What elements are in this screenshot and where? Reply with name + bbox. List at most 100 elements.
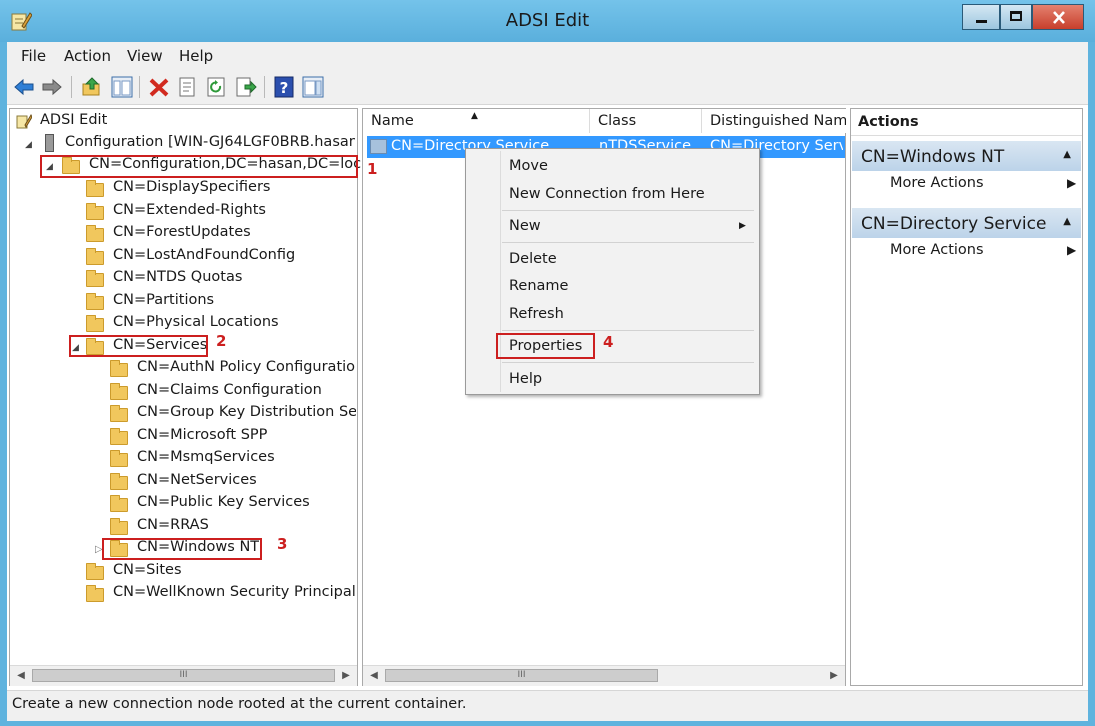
menu-view[interactable]: View (127, 47, 163, 65)
tree-item[interactable]: CN=NTDS Quotas (113, 269, 242, 285)
folder-icon (110, 428, 128, 445)
close-icon (1053, 11, 1065, 24)
scroll-right-icon[interactable]: ▶ (825, 666, 843, 685)
tree-item[interactable]: CN=Extended-Rights (113, 202, 266, 218)
close-button[interactable] (1032, 4, 1084, 30)
scroll-right-icon[interactable]: ▶ (337, 666, 355, 685)
folder-icon (110, 473, 128, 490)
column-header-distinguished-name[interactable]: Distinguished Name (702, 109, 846, 133)
menu-separator (502, 330, 754, 331)
scroll-left-icon[interactable]: ◀ (365, 666, 383, 685)
actions-header: Actions (851, 109, 1082, 136)
folder-icon (110, 518, 128, 535)
minimize-button[interactable] (962, 4, 1000, 30)
toolbar-separator (264, 76, 265, 98)
up-folder-icon[interactable] (81, 76, 103, 98)
annotation-number-4: 4 (603, 333, 614, 351)
tree-item[interactable]: CN=RRAS (137, 517, 209, 533)
export-list-icon[interactable] (235, 76, 257, 98)
annotation-number-2: 2 (216, 332, 227, 350)
actions-group-header[interactable]: CN=Directory Service ▲ (852, 208, 1081, 238)
show-hide-action-pane-icon[interactable] (302, 76, 324, 98)
maximize-button[interactable] (1000, 4, 1032, 30)
collapse-icon[interactable]: ▲ (1063, 216, 1071, 227)
context-menu-new[interactable]: New (509, 218, 541, 234)
tree-item[interactable]: CN=MsmqServices (137, 449, 275, 465)
forward-arrow-icon[interactable] (41, 76, 63, 98)
scroll-thumb[interactable]: III (385, 669, 658, 682)
adsi-edit-root-icon (16, 113, 33, 129)
menu-action[interactable]: Action (64, 47, 111, 65)
service-object-icon (370, 139, 387, 154)
menu-help[interactable]: Help (179, 47, 213, 65)
actions-group-header[interactable]: CN=Windows NT ▲ (852, 141, 1081, 171)
tree-item[interactable]: CN=AuthN Policy Configuration (137, 359, 356, 375)
refresh-icon[interactable] (205, 76, 227, 98)
actions-title: Actions (858, 114, 919, 130)
column-header-name[interactable]: Name ▲ (363, 109, 590, 133)
sort-ascending-icon: ▲ (471, 111, 478, 121)
delete-icon[interactable] (148, 76, 170, 98)
menu-separator (502, 210, 754, 211)
maximize-icon (1010, 11, 1022, 21)
tree-item-connection[interactable]: Configuration [WIN-GJ64LGF0BRB.hasan.loc (65, 134, 355, 150)
tree-item[interactable]: CN=LostAndFoundConfig (113, 247, 295, 263)
scroll-left-icon[interactable]: ◀ (12, 666, 30, 685)
show-hide-console-tree-icon[interactable] (111, 76, 133, 98)
annotation-box-1 (40, 155, 358, 178)
folder-icon (86, 315, 104, 332)
tree-item[interactable]: CN=Group Key Distribution Servi (137, 404, 356, 420)
annotation-box-4 (496, 333, 595, 359)
tree-horizontal-scrollbar[interactable]: ◀ III ▶ (10, 665, 357, 686)
help-icon[interactable]: ? (273, 76, 295, 98)
context-menu-refresh[interactable]: Refresh (509, 306, 564, 322)
minimize-icon (976, 20, 987, 23)
expanded-triangle-icon[interactable]: ◢ (25, 140, 32, 150)
annotation-box-2 (69, 335, 208, 357)
tree-item-root[interactable]: ADSI Edit (40, 112, 107, 128)
tree-item[interactable]: CN=NetServices (137, 472, 257, 488)
context-menu-rename[interactable]: Rename (509, 278, 568, 294)
context-menu-help[interactable]: Help (509, 371, 542, 387)
tree-item[interactable]: CN=Sites (113, 562, 182, 578)
folder-icon (110, 495, 128, 512)
folder-icon (110, 383, 128, 400)
server-icon (45, 134, 54, 152)
tree-item[interactable]: CN=Microsoft SPP (137, 427, 267, 443)
scroll-thumb[interactable]: III (32, 669, 335, 682)
context-menu-delete[interactable]: Delete (509, 251, 557, 267)
tree-item[interactable]: CN=DisplaySpecifiers (113, 179, 270, 195)
more-actions-link[interactable]: More Actions (890, 242, 984, 258)
folder-icon (86, 225, 104, 242)
menu-separator (502, 242, 754, 243)
tree-item[interactable]: CN=Public Key Services (137, 494, 310, 510)
context-menu-move[interactable]: Move (509, 158, 548, 174)
folder-icon (110, 405, 128, 422)
column-header-class[interactable]: Class (590, 109, 702, 133)
status-text: Create a new connection node rooted at t… (12, 696, 467, 712)
folder-icon (86, 293, 104, 310)
folder-icon (86, 203, 104, 220)
annotation-number-3: 3 (277, 535, 288, 553)
collapse-icon[interactable]: ▲ (1063, 149, 1071, 160)
annotation-box-3 (102, 538, 262, 560)
folder-icon (86, 270, 104, 287)
tree-item[interactable]: CN=Physical Locations (113, 314, 279, 330)
properties-icon[interactable] (176, 76, 198, 98)
menu-file[interactable]: File (21, 47, 46, 65)
list-horizontal-scrollbar[interactable]: ◀ III ▶ (363, 665, 845, 686)
tree-item[interactable]: CN=ForestUpdates (113, 224, 251, 240)
context-menu-new-connection[interactable]: New Connection from Here (509, 186, 705, 202)
annotation-number-1: 1 (367, 160, 378, 178)
folder-icon (86, 180, 104, 197)
tree-item[interactable]: CN=WellKnown Security Principals (113, 584, 356, 600)
submenu-arrow-icon: ▶ (739, 221, 746, 231)
folder-icon (110, 360, 128, 377)
back-arrow-icon[interactable] (13, 76, 35, 98)
tree-item[interactable]: CN=Partitions (113, 292, 214, 308)
more-actions-link[interactable]: More Actions (890, 175, 984, 191)
folder-icon (86, 563, 104, 580)
window-title: ADSI Edit (505, 10, 590, 31)
submenu-arrow-icon: ▶ (1067, 176, 1077, 190)
tree-item[interactable]: CN=Claims Configuration (137, 382, 322, 398)
